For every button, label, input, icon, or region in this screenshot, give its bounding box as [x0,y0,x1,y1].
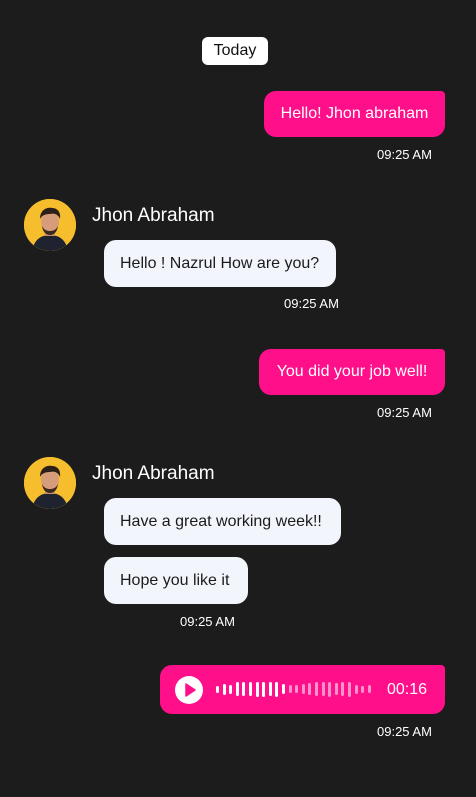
waveform-bar [288,685,292,693]
waveform-bar [301,684,305,694]
waveform-bar [255,681,259,697]
waveform-bar [348,681,351,697]
user-avatar-icon [24,199,76,251]
voice-duration: 00:16 [386,681,427,698]
waveform-bar [354,684,358,694]
message-time: 09:25 AM [377,405,432,420]
waveform-bar [295,685,299,693]
waveform-bar [235,682,239,696]
waveform-bar [275,681,279,697]
play-button[interactable] [175,676,203,704]
waveform-bar [229,684,233,694]
message-time: 09:25 AM [180,614,235,629]
user-avatar-icon [24,457,76,509]
message-time: 09:25 AM [377,147,432,162]
waveform-bar [315,682,318,696]
outgoing-message[interactable]: Hello! Jhon abraham [264,91,445,137]
waveform-bar [361,685,365,693]
incoming-message[interactable]: Hope you like it [104,557,248,604]
waveform-bar [321,682,325,696]
waveform-bar [216,685,219,693]
incoming-message[interactable]: Hello ! Nazrul How are you? [104,240,336,287]
waveform-bar [282,684,285,694]
waveform-bar [242,682,246,696]
message-time: 09:25 AM [284,296,339,311]
chat-screen: Today Hello! Jhon abraham 09:25 AM Jhon … [0,0,476,797]
contact-avatar[interactable] [24,457,76,509]
sender-name: Jhon Abraham [92,205,215,226]
outgoing-message[interactable]: You did your job well! [259,349,445,395]
message-time: 09:25 AM [377,724,432,739]
waveform-bar [262,681,266,697]
waveform-bar [268,682,272,696]
waveform-bar [222,683,226,695]
date-separator: Today [202,37,268,65]
incoming-message[interactable]: Have a great working week!! [104,498,341,545]
contact-avatar[interactable] [24,199,76,251]
waveform-bar [367,685,371,693]
voice-message[interactable]: 00:16 [160,665,445,714]
waveform-bar [334,683,338,695]
sender-name: Jhon Abraham [92,463,215,484]
waveform-bar [341,682,345,696]
waveform-bar [328,681,332,697]
play-icon [185,683,196,697]
waveform-bar [308,683,312,695]
waveform-bar [249,682,252,696]
